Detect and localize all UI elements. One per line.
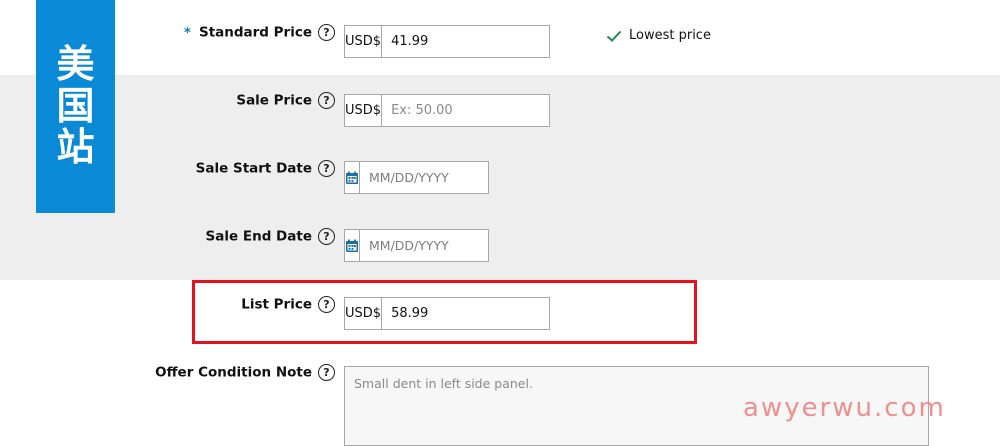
- sale-start-date-label: Sale Start Date: [195, 160, 312, 177]
- list-price-label-row: List Price?: [0, 296, 335, 318]
- sale-price-field[interactable]: USD$: [344, 94, 562, 127]
- help-icon[interactable]: ?: [318, 24, 335, 41]
- sale-start-date-field[interactable]: [344, 161, 525, 194]
- currency-label: USD$: [345, 95, 383, 126]
- calendar-icon[interactable]: [345, 162, 360, 193]
- offer-condition-note-label-row: Offer Condition Note?: [0, 364, 335, 386]
- sale-start-date-label-row: Sale Start Date?: [0, 160, 335, 182]
- help-icon[interactable]: ?: [318, 228, 335, 245]
- required-marker: *: [183, 24, 191, 41]
- standard-price-input[interactable]: [382, 26, 562, 57]
- standard-price-label: Standard Price: [198, 24, 312, 41]
- list-price-label: List Price: [241, 296, 312, 313]
- sale-price-label: Sale Price: [236, 92, 312, 109]
- offer-condition-note-label: Offer Condition Note: [155, 364, 312, 381]
- check-icon: [606, 30, 622, 42]
- sale-price-input[interactable]: [382, 95, 562, 126]
- badge-char: 美: [56, 41, 95, 86]
- currency-label: USD$: [345, 26, 383, 57]
- sale-end-date-label: Sale End Date: [205, 228, 312, 245]
- help-icon[interactable]: ?: [318, 92, 335, 109]
- sale-end-date-field[interactable]: [344, 229, 525, 262]
- sale-end-date-label-row: Sale End Date?: [0, 228, 335, 250]
- help-icon[interactable]: ?: [318, 160, 335, 177]
- currency-label: USD$: [345, 298, 383, 329]
- sale-start-date-input[interactable]: [360, 162, 525, 193]
- standard-price-label-row: * Standard Price?: [0, 24, 335, 46]
- help-icon[interactable]: ?: [318, 296, 335, 313]
- help-icon[interactable]: ?: [318, 364, 335, 381]
- watermark: awyerwu.com: [743, 393, 946, 423]
- lowest-price-status: Lowest price: [606, 28, 711, 43]
- calendar-icon[interactable]: [345, 230, 360, 261]
- standard-price-field[interactable]: USD$: [344, 25, 562, 58]
- lowest-price-text: Lowest price: [629, 28, 711, 43]
- list-price-field[interactable]: USD$: [344, 297, 562, 330]
- list-price-input[interactable]: [382, 298, 562, 329]
- sale-price-label-row: Sale Price?: [0, 92, 335, 114]
- sale-end-date-input[interactable]: [360, 230, 525, 261]
